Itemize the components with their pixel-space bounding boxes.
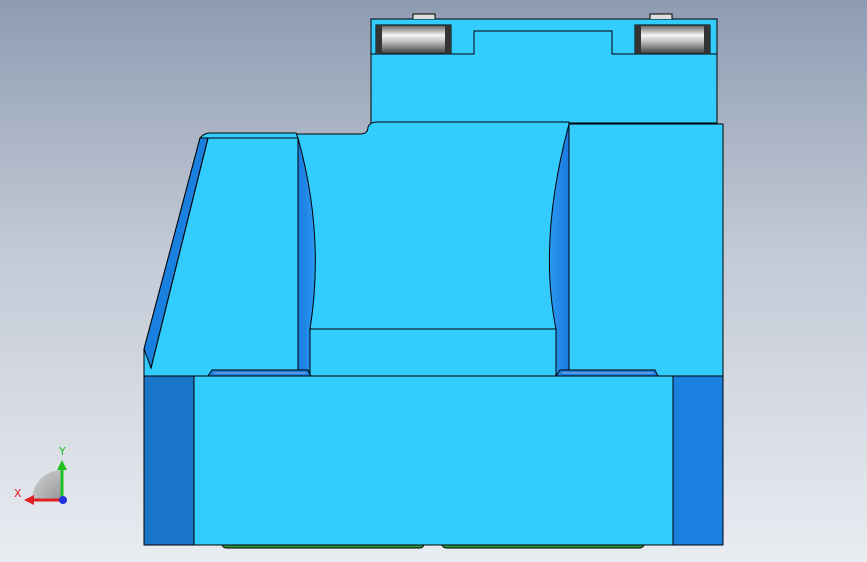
graphics-viewport[interactable]: Y X [0,0,867,562]
x-axis-label: X [14,487,22,500]
bearing-right [634,24,711,55]
y-axis-arrow [57,460,67,470]
y-axis-label: Y [58,445,66,458]
base-block [143,375,724,546]
x-axis-arrow [24,495,34,505]
axis-triad: Y X [14,445,67,505]
bearing-left [375,24,452,55]
z-axis-dot [59,496,67,504]
triad-arc [32,470,62,500]
model-view[interactable]: Y X [0,0,867,562]
main-body [143,121,724,377]
